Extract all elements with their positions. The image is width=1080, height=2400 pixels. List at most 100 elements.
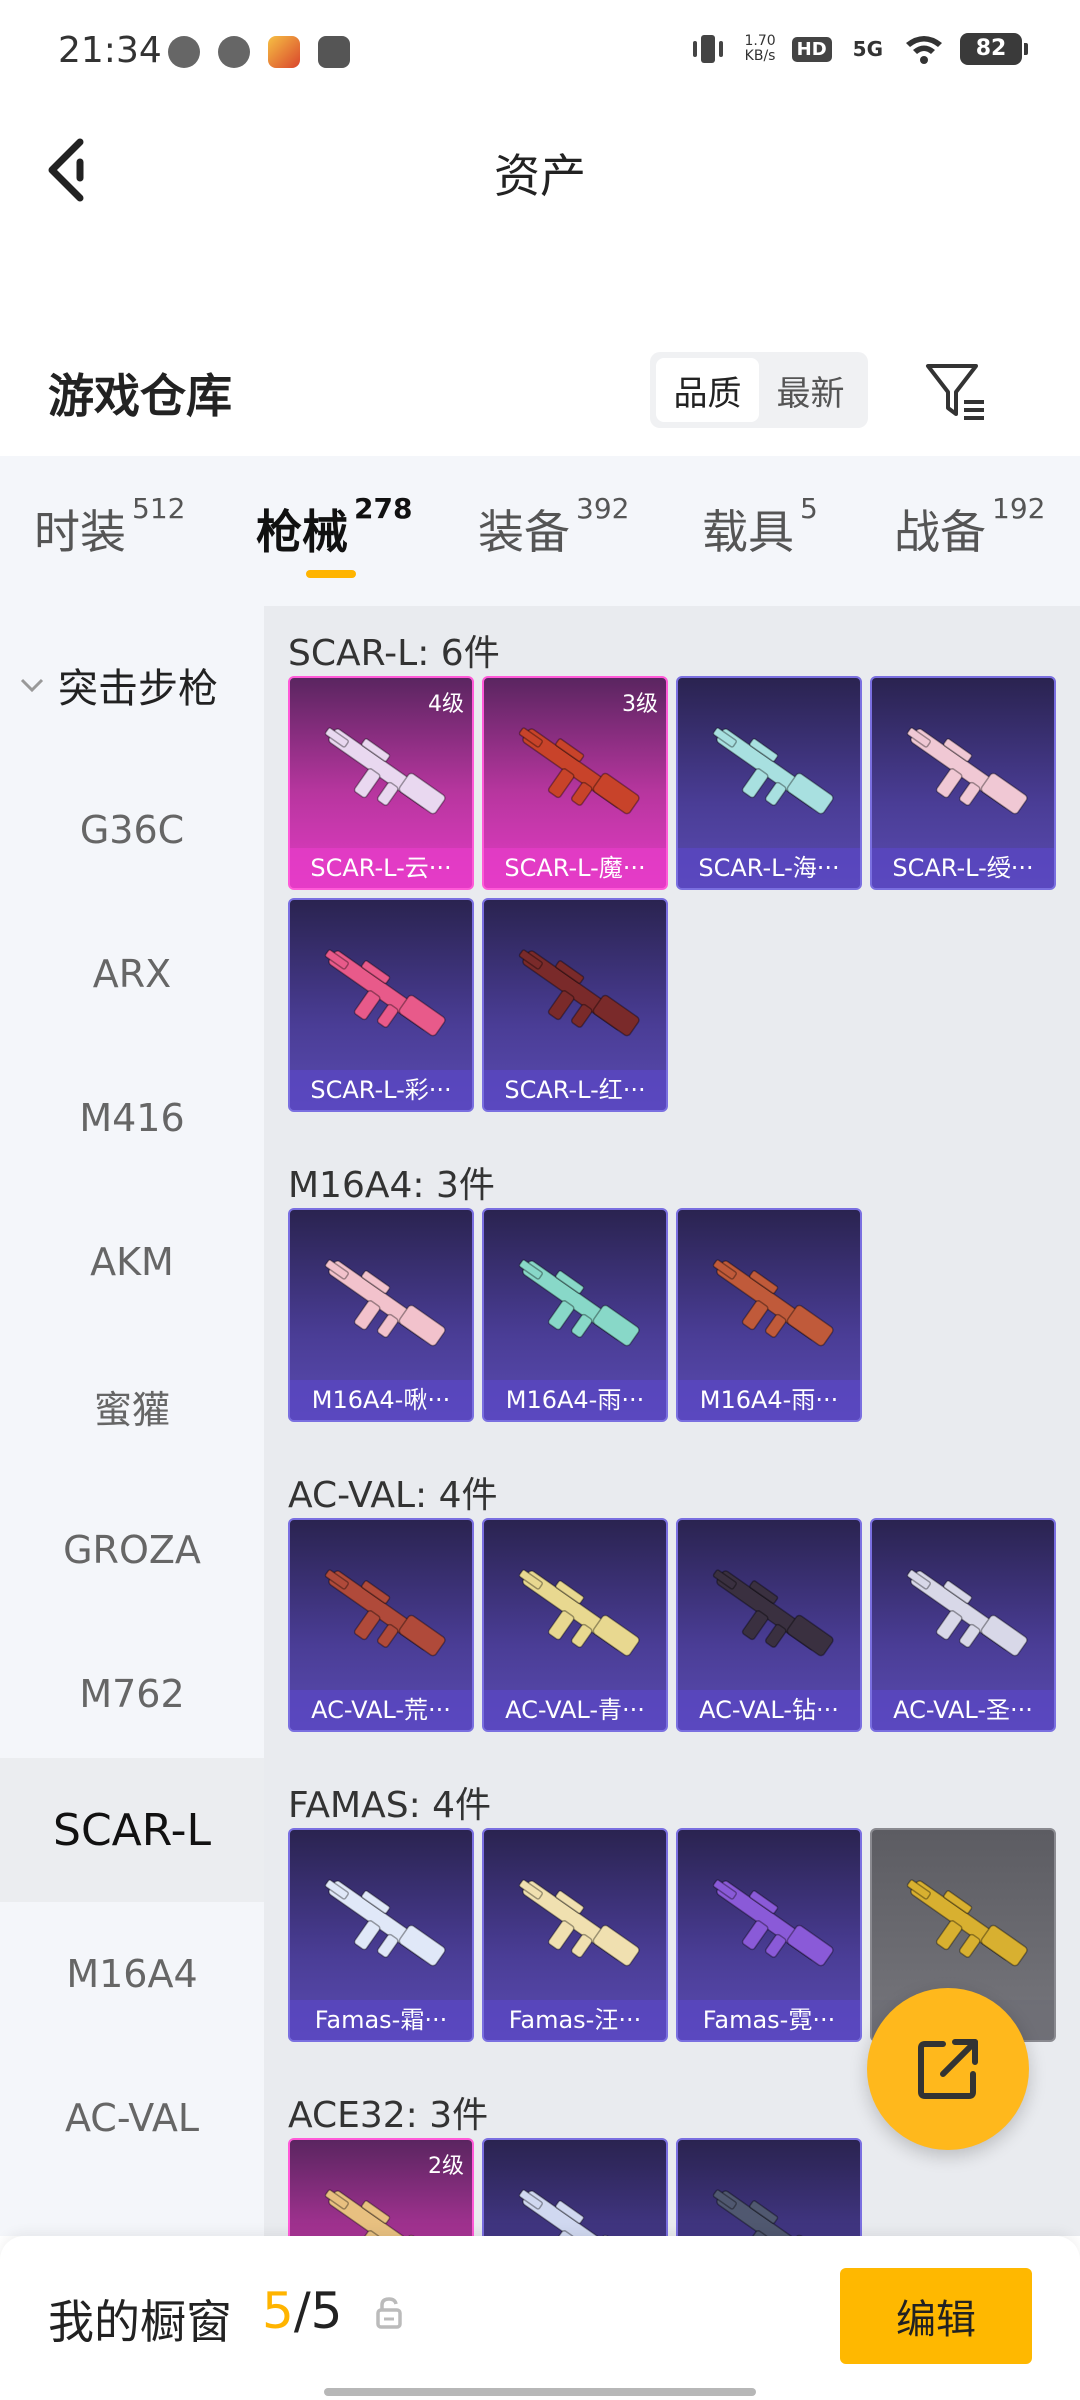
tab-count: 192 bbox=[992, 492, 1046, 525]
weapon-skin-icon bbox=[518, 727, 640, 815]
sidebar-item-m16a4[interactable]: M16A4 bbox=[0, 1902, 264, 2046]
skin-name-label: AC-VAL-青··· bbox=[484, 1690, 666, 1730]
weapon-sidebar: 突击步枪 G36C ARX M416 AKM 蜜獾 GROZA M762 SCA… bbox=[0, 606, 264, 2236]
weapon-skin-icon bbox=[324, 1259, 446, 1347]
weapon-skin-icon bbox=[906, 727, 1028, 815]
section-title: ACE32: 3件 bbox=[288, 2095, 489, 2136]
tab-label: 装备 bbox=[478, 505, 570, 559]
weapon-skin-card[interactable]: SCAR-L-红··· bbox=[482, 898, 668, 1112]
showcase-bar: 我的橱窗 5/5 编辑 bbox=[0, 2236, 1080, 2400]
weapon-skin-card[interactable]: AC-VAL-圣··· bbox=[870, 1518, 1056, 1732]
weapon-skin-icon bbox=[906, 1879, 1028, 1967]
weapon-skin-card[interactable]: AC-VAL-青··· bbox=[482, 1518, 668, 1732]
tab-count: 5 bbox=[800, 492, 818, 525]
wifi-icon bbox=[906, 36, 942, 64]
skin-name-label: Famas-霜··· bbox=[290, 2000, 472, 2040]
weapon-skin-icon bbox=[712, 727, 834, 815]
weapon-skin-card[interactable]: M16A4-雨··· bbox=[482, 1208, 668, 1422]
sidebar-item-arx[interactable]: ARX bbox=[0, 902, 264, 1046]
top-nav: 资产 bbox=[0, 110, 1080, 230]
edit-button[interactable]: 编辑 bbox=[840, 2268, 1032, 2364]
weapon-skin-card[interactable]: SCAR-L-彩··· bbox=[288, 898, 474, 1112]
sidebar-item-m762[interactable]: M762 bbox=[0, 1622, 264, 1766]
skin-level-badge: 4级 bbox=[428, 692, 464, 717]
status-bar: 21:34 1.70 KB/s HD 5G 82 bbox=[0, 0, 1080, 110]
weapon-skin-card[interactable]: 4级 SCAR-L-云··· bbox=[288, 676, 474, 890]
skin-level-badge: 2级 bbox=[428, 2154, 464, 2179]
weapon-skin-card[interactable]: AC-VAL-荒··· bbox=[288, 1518, 474, 1732]
tab-supplies[interactable]: 战备 192 bbox=[894, 492, 1045, 562]
weapon-skin-icon bbox=[906, 1569, 1028, 1657]
sidebar-item-g36c[interactable]: G36C bbox=[0, 758, 264, 902]
sidebar-item-groza[interactable]: GROZA bbox=[0, 1478, 264, 1622]
weapon-skin-card[interactable]: 3级 SCAR-L-魔··· bbox=[482, 676, 668, 890]
weapon-skin-card[interactable]: SCAR-L-绶··· bbox=[870, 676, 1056, 890]
weapon-skin-card[interactable]: 2级 bbox=[288, 2138, 474, 2236]
skin-name-label: SCAR-L-海··· bbox=[678, 848, 860, 888]
tab-label: 枪械 bbox=[256, 505, 348, 559]
skin-name-label: M16A4-雨··· bbox=[484, 1380, 666, 1420]
weapon-skin-card[interactable]: AC-VAL-钻··· bbox=[676, 1518, 862, 1732]
weapon-skin-card[interactable]: Famas-霜··· bbox=[288, 1828, 474, 2042]
skin-name-label: SCAR-L-魔··· bbox=[484, 848, 666, 888]
category-tabs: 时装 512 枪械 278 装备 392 载具 5 战备 192 bbox=[0, 456, 1080, 606]
weapon-skin-card[interactable]: M16A4-啾··· bbox=[288, 1208, 474, 1422]
message-app-icon bbox=[318, 36, 350, 68]
sidebar-item-honey-badger[interactable]: 蜜獾 bbox=[0, 1334, 264, 1478]
weapon-skin-card[interactable]: SCAR-L-海··· bbox=[676, 676, 862, 890]
weapon-skin-icon bbox=[518, 949, 640, 1037]
sidebar-item-m416[interactable]: M416 bbox=[0, 1046, 264, 1190]
weapon-skin-card[interactable] bbox=[676, 2138, 862, 2236]
showcase-total: /5 bbox=[293, 2282, 343, 2340]
sidebar-item-ac-val[interactable]: AC-VAL bbox=[0, 2046, 264, 2190]
weapon-skin-icon bbox=[324, 1879, 446, 1967]
skin-name-label: Famas-汪··· bbox=[484, 2000, 666, 2040]
weapon-skin-card[interactable] bbox=[482, 2138, 668, 2236]
skin-name-label: AC-VAL-钻··· bbox=[678, 1690, 860, 1730]
share-icon bbox=[918, 2039, 978, 2099]
sidebar-group-assault-rifles[interactable]: 突击步枪 bbox=[18, 656, 218, 714]
game-app-icon bbox=[268, 36, 300, 68]
tab-weapons[interactable]: 枪械 278 bbox=[256, 492, 412, 562]
showcase-label: 我的橱窗 bbox=[48, 2295, 232, 2349]
share-button[interactable] bbox=[867, 1988, 1029, 2150]
sort-toggle: 品质 最新 bbox=[650, 352, 868, 428]
hd-badge: HD bbox=[791, 36, 832, 62]
section-title: SCAR-L: 6件 bbox=[288, 633, 500, 674]
tab-label: 载具 bbox=[702, 505, 794, 559]
sidebar-item-scar-l[interactable]: SCAR-L bbox=[0, 1758, 264, 1902]
sort-option-quality[interactable]: 品质 bbox=[656, 358, 759, 422]
weapon-skin-icon bbox=[518, 1259, 640, 1347]
net-speed-value: 1.70 bbox=[744, 33, 776, 49]
vibrate-icon bbox=[693, 35, 724, 63]
wechat-icon bbox=[168, 36, 200, 68]
weapon-skin-icon bbox=[712, 1879, 834, 1967]
sidebar-item-akm[interactable]: AKM bbox=[0, 1190, 264, 1334]
weapon-skin-icon bbox=[324, 1569, 446, 1657]
tab-fashion[interactable]: 时装 512 bbox=[34, 492, 185, 562]
home-indicator[interactable] bbox=[324, 2388, 756, 2396]
tab-count: 512 bbox=[132, 492, 186, 525]
filter-button[interactable] bbox=[922, 358, 988, 424]
tab-count: 392 bbox=[576, 492, 630, 525]
active-tab-indicator bbox=[306, 570, 356, 578]
weapon-skin-card[interactable]: M16A4-雨··· bbox=[676, 1208, 862, 1422]
weapon-skin-icon bbox=[518, 1569, 640, 1657]
net-speed-unit: KB/s bbox=[744, 48, 776, 64]
app-notification-icon bbox=[218, 36, 250, 68]
tab-equipment[interactable]: 装备 392 bbox=[478, 492, 629, 562]
skin-name-label: M16A4-雨··· bbox=[678, 1380, 860, 1420]
weapon-skin-card[interactable]: Famas-霓··· bbox=[676, 1828, 862, 2042]
skin-level-badge: 3级 bbox=[622, 692, 658, 717]
skin-name-label: SCAR-L-彩··· bbox=[290, 1070, 472, 1110]
network-type: 5G bbox=[852, 37, 883, 61]
weapon-skin-card[interactable]: Famas-汪··· bbox=[482, 1828, 668, 2042]
weapon-skin-icon bbox=[712, 2189, 834, 2236]
skin-name-label: AC-VAL-圣··· bbox=[872, 1690, 1054, 1730]
net-speed: 1.70 KB/s bbox=[744, 34, 775, 64]
tab-label: 战备 bbox=[894, 505, 986, 559]
tab-vehicles[interactable]: 载具 5 bbox=[702, 492, 818, 562]
weapon-skin-icon bbox=[518, 2189, 640, 2236]
skin-name-label: M16A4-啾··· bbox=[290, 1380, 472, 1420]
sort-option-latest[interactable]: 最新 bbox=[759, 358, 862, 422]
